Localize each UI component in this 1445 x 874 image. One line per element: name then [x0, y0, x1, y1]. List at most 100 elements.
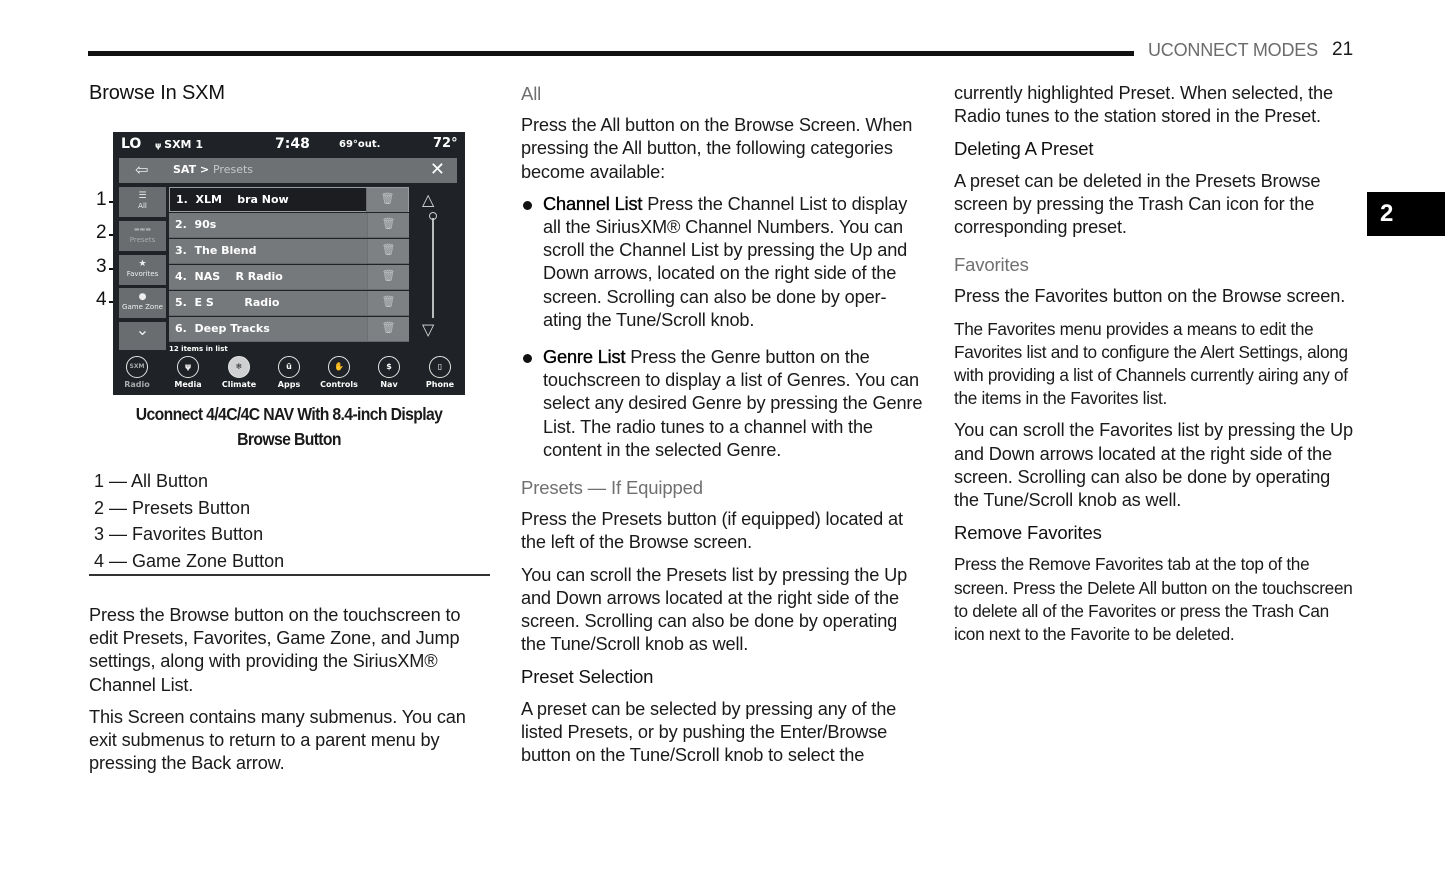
trash-icon[interactable]: 🗑	[367, 213, 409, 237]
favorites-button[interactable]: ★ Favorites	[119, 255, 166, 285]
breadcrumb-current: Presets	[212, 163, 253, 176]
callout-3: 3	[96, 256, 107, 277]
paragraph: Press the Favorites button on the Browse…	[954, 286, 1346, 307]
figure-legend: 1 — All Button 2 — Presets Button 3 — Fa…	[94, 468, 284, 575]
presets-button[interactable]: ▬▬▬ Presets	[119, 221, 166, 251]
bullet-term: Channel List	[543, 193, 643, 214]
all-button[interactable]: ☰ All	[119, 187, 166, 217]
scrollbar-thumb[interactable]	[429, 212, 437, 220]
dock-label: Apps	[277, 380, 301, 389]
remove-favorites-heading: Remove Favorites	[954, 522, 1102, 544]
ball-icon: ●	[138, 292, 147, 302]
nav-bar: ⇦ SAT > Presets ✕	[119, 158, 457, 183]
breadcrumb-main: SAT >	[173, 163, 213, 176]
preset-selection-heading: Preset Selection	[521, 666, 654, 688]
game-zone-button[interactable]: ● Game Zone	[119, 288, 166, 318]
paragraph: You can scroll the Favorites list by pre…	[954, 420, 1353, 511]
clock: 7:48	[275, 136, 310, 152]
presets-heading: Presets — If Equipped	[521, 477, 703, 499]
legend-item: 4 — Game Zone Button	[94, 551, 285, 572]
paragraph: Press the Presets button (if equipped) l…	[521, 509, 903, 553]
trash-icon[interactable]: 🗑	[367, 265, 409, 289]
preset-row[interactable]: 4. NAS R Radio 🗑	[169, 265, 409, 290]
dock-climate[interactable]: ❄ Climate	[216, 356, 262, 389]
deleting-heading: Deleting A Preset	[954, 138, 1094, 160]
legend-item: 3 — Favorites Button	[94, 524, 264, 545]
climate-icon: ❄	[228, 356, 250, 378]
chapter-tab[interactable]: 2	[1367, 192, 1445, 236]
dock-label: Controls	[320, 380, 358, 389]
bullet-channel-list: Channel List Press the Channel List to d…	[521, 193, 923, 332]
close-icon[interactable]: ✕	[430, 159, 445, 180]
dock-apps[interactable]: ū Apps	[266, 356, 312, 389]
list-icon: ☰	[138, 191, 147, 201]
paragraph: Press the Remove Favorites tab at the to…	[954, 554, 1353, 645]
all-button-label: All	[138, 202, 147, 210]
back-arrow-icon[interactable]: ⇦	[135, 160, 148, 179]
status-bar: LO ψ SXM 1 7:48 69°out. 72°	[113, 132, 465, 156]
trash-icon[interactable]: 🗑	[367, 317, 409, 341]
trash-icon[interactable]: 🗑	[367, 291, 409, 315]
header-rule	[88, 51, 1134, 56]
scroll-down-icon[interactable]: ▽	[422, 320, 434, 339]
dock-label: Climate	[221, 380, 257, 389]
uconnect-screen: LO ψ SXM 1 7:48 69°out. 72° ⇦ SAT > Pres…	[113, 132, 465, 395]
preset-label: 2. 90s	[175, 218, 217, 231]
preset-row[interactable]: 5. E S Radio 🗑	[169, 291, 409, 316]
column-1-body: Press the Browse button on the touchscre…	[89, 604, 491, 784]
figure-caption: Uconnect 4/4C/4C NAV With 8.4-inch Displ…	[135, 404, 443, 449]
paragraph: A preset can be deleted in the Presets B…	[954, 170, 1321, 238]
callout-4: 4	[96, 289, 107, 310]
dock-label: Media	[174, 380, 202, 389]
preset-row[interactable]: 2. 90s 🗑	[169, 213, 409, 238]
preset-label: 3. The Blend	[175, 244, 257, 257]
bullet-genre-list: Genre List Press the Genre button on the…	[521, 346, 923, 462]
scroll-up-icon[interactable]: △	[422, 190, 434, 209]
legend-item: 2 — Presets Button	[94, 497, 251, 518]
bullet-dot	[523, 200, 532, 210]
preset-label: 5. E S Radio	[175, 296, 280, 309]
star-icon: ★	[138, 259, 147, 269]
dock-label: Radio	[124, 380, 150, 389]
page-number: 21	[1332, 39, 1354, 60]
sxm-icon: SXM	[126, 356, 148, 378]
dock-label: Nav	[380, 380, 398, 389]
phone-icon: ▯	[429, 356, 451, 378]
bullet-term: Genre List	[543, 347, 626, 368]
preset-row[interactable]: 3. The Blend 🗑	[169, 239, 409, 264]
usb-icon: ψ	[177, 356, 199, 378]
section-title: UCONNECT MODES	[1148, 40, 1318, 60]
left-temperature[interactable]: LO	[121, 136, 141, 152]
preset-row[interactable]: 1. XLM bra Now 🗑	[169, 187, 409, 212]
paragraph: Press the All button on the Browse Scree…	[521, 115, 913, 182]
dock-nav[interactable]: $ Nav	[366, 356, 412, 389]
paragraph: Press the Browse button on the touchscre…	[89, 605, 461, 695]
source-name: SXM 1	[164, 138, 203, 151]
list-count: 12 items in list	[169, 345, 228, 353]
dock-radio[interactable]: SXM Radio	[114, 356, 160, 389]
dock-phone[interactable]: ▯ Phone	[417, 356, 463, 389]
presets-icon: ▬▬▬	[133, 226, 151, 233]
apps-icon: ū	[278, 356, 300, 378]
outside-temperature: 69°out.	[339, 139, 381, 150]
controls-icon: ✋	[328, 356, 350, 378]
breadcrumb: SAT > Presets	[173, 163, 253, 176]
chevron-down-icon: ⌄	[135, 320, 150, 339]
dock-media[interactable]: ψ Media	[165, 356, 211, 389]
preset-label: 1. XLM bra Now	[176, 193, 289, 206]
trash-icon[interactable]: 🗑	[366, 188, 408, 212]
bullet-text: Press the Channel List to display all th…	[543, 193, 908, 330]
dock-controls[interactable]: ✋ Controls	[316, 356, 362, 389]
presets-button-label: Presets	[129, 236, 156, 244]
paragraph: The Favorites menu provides a means to e…	[954, 318, 1348, 409]
legend-divider	[89, 574, 490, 576]
trash-icon[interactable]: 🗑	[367, 239, 409, 263]
column-1: Browse In SXM	[89, 82, 491, 105]
scrollbar-track[interactable]	[432, 218, 434, 318]
preset-row[interactable]: 6. Deep Tracks 🗑	[169, 317, 409, 342]
section-heading: Browse In SXM	[89, 82, 225, 104]
right-temperature[interactable]: 72°	[433, 136, 458, 151]
dock-label: Phone	[425, 380, 455, 389]
more-button[interactable]: ⌄	[119, 322, 166, 350]
column-3: currently highlighted Preset. When selec…	[954, 82, 1356, 655]
